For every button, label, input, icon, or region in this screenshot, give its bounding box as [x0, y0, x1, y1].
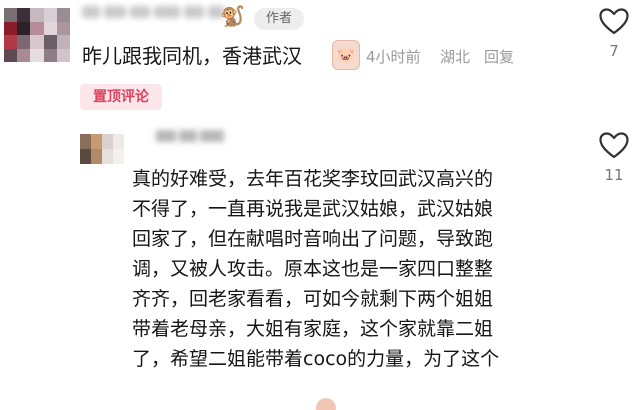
reply-text-line: 了，希望二姐能带着coco的力量，为了这个 — [132, 348, 500, 370]
emoji-icon — [316, 398, 336, 410]
reply-blurred-username[interactable] — [156, 130, 234, 144]
comment-text: 昨儿跟我同机，香港武汉 — [82, 44, 302, 68]
blurred-username[interactable] — [82, 6, 232, 22]
like-button[interactable]: 7 — [596, 8, 632, 61]
monkey-emoji-icon: 🐒 — [220, 4, 245, 28]
pinned-badge: 置顶评论 — [80, 84, 162, 110]
reply-avatar[interactable] — [80, 134, 124, 164]
reply-like-button[interactable]: 11 — [596, 132, 632, 185]
heart-outline-icon — [599, 8, 629, 35]
reply-text-line: 调，又被人攻击。原本这也是一家四口整整 — [132, 258, 494, 280]
reply-text-line: 带着老母亲，大姐有家庭，这个家就靠二姐 — [132, 318, 494, 340]
reply-text-line: 回家了，但在献唱时音响出了问题，导致跑 — [132, 228, 494, 250]
author-tag: 作者 — [254, 8, 304, 30]
reply-button[interactable]: 回复 — [484, 46, 514, 68]
avatar[interactable] — [4, 8, 70, 62]
reply-like-count: 11 — [604, 166, 624, 184]
reply-text-line: 不得了，一直再说我是武汉姑娘，武汉姑娘 — [132, 198, 494, 220]
heart-outline-icon — [599, 132, 629, 159]
comment-time: 4小时前 — [366, 48, 421, 66]
pig-sticker-icon: 🐷 — [332, 40, 360, 70]
like-count: 7 — [609, 42, 619, 60]
reply-text-line: 真的好难受，去年百花奖李玟回武汉高兴的 — [132, 168, 494, 190]
reply-text-line: 齐齐，回老家看看，可如今就剩下两个姐姐 — [132, 288, 494, 310]
reply-text: 真的好难受，去年百花奖李玟回武汉高兴的 不得了，一直再说我是武汉姑娘，武汉姑娘 … — [132, 164, 572, 374]
comment-location: 湖北 — [440, 48, 471, 66]
